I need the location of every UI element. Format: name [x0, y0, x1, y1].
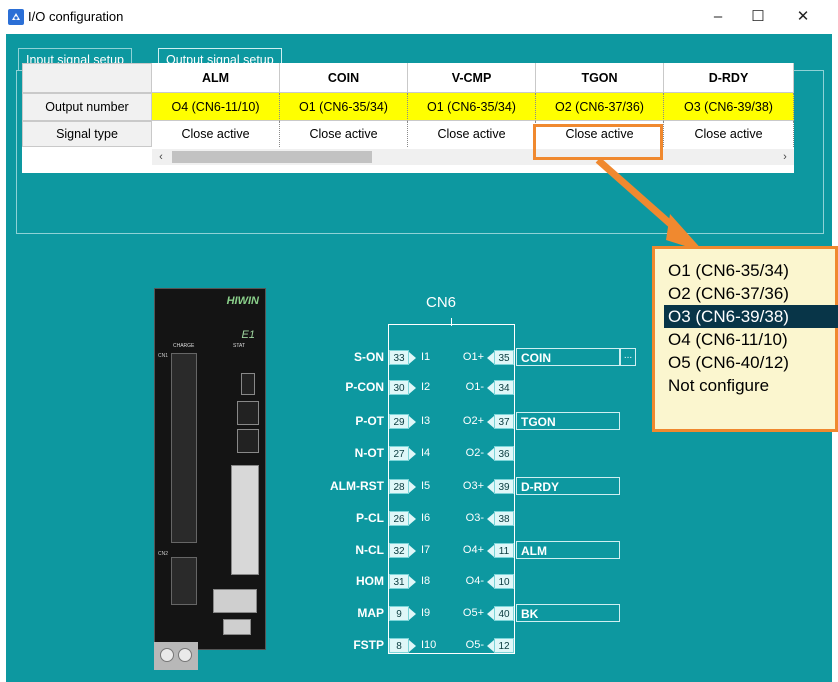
output-pin-39: 39: [487, 479, 514, 494]
output-pin-40: 40: [487, 606, 514, 621]
output-dropdown-list: O1 (CN6-35/34) O2 (CN6-37/36) O3 (CN6-39…: [652, 246, 838, 432]
output-label-o4-plus: O4+: [462, 544, 484, 556]
ground-screw-icon: [178, 648, 192, 662]
stat-label: STAT: [233, 343, 246, 349]
output-label-o2-minus: O2-: [465, 447, 484, 459]
rj45-port-2: [237, 429, 259, 453]
output-pin-34: 34: [487, 380, 514, 395]
ground-screw-icon: [160, 648, 174, 662]
dropdown-option-o4[interactable]: O4 (CN6-11/10): [664, 328, 838, 351]
output-label-o5-plus: O5+: [462, 607, 484, 619]
input-pin-27: 27: [389, 446, 416, 461]
input-pin-30: 30: [389, 380, 416, 395]
input-label-i5: I5: [421, 480, 431, 492]
input-signal-n-ot: N-OT: [354, 446, 384, 460]
assigned-signal-o1[interactable]: COIN: [516, 348, 620, 366]
input-signal-n-cl: N-CL: [355, 543, 384, 557]
servo-drive-image: HIWIN E1 CHARGE STAT CN1 CN2: [154, 288, 266, 650]
input-label-i7: I7: [421, 544, 431, 556]
dropdown-option-o1[interactable]: O1 (CN6-35/34): [664, 259, 838, 282]
rj45-port-1: [237, 401, 259, 425]
input-pin-26: 26: [389, 511, 416, 526]
input-pin-33: 33: [389, 350, 416, 365]
output-label-o5-minus: O5-: [465, 639, 484, 651]
output-pin-11: 11: [487, 543, 514, 558]
ground-terminals: [154, 642, 198, 670]
assigned-signal-o4[interactable]: ALM: [516, 541, 620, 559]
input-signal-p-ot: P-OT: [355, 414, 384, 428]
input-label-i2: I2: [421, 381, 431, 393]
input-pin-32: 32: [389, 543, 416, 558]
assigned-signal-o3[interactable]: D-RDY: [516, 477, 620, 495]
input-label-i10: I10: [421, 639, 437, 651]
input-signal-fstp: FSTP: [353, 638, 384, 652]
power-terminal-block: [171, 353, 197, 543]
output-pin-10: 10: [487, 574, 514, 589]
cn6-title: CN6: [426, 294, 457, 311]
cn1-label: CN1: [158, 353, 169, 359]
input-signal-p-con: P-CON: [345, 380, 384, 394]
input-signal-alm-rst: ALM-RST: [330, 479, 384, 493]
dropdown-option-o5[interactable]: O5 (CN6-40/12): [664, 351, 838, 374]
input-label-i9: I9: [421, 607, 431, 619]
output-label-o4-minus: O4-: [465, 575, 484, 587]
input-signal-p-cl: P-CL: [356, 511, 384, 525]
dropdown-option-o2[interactable]: O2 (CN6-37/36): [664, 282, 838, 305]
input-label-i8: I8: [421, 575, 431, 587]
input-pin-9: 9: [389, 606, 416, 621]
output-pin-36: 36: [487, 446, 514, 461]
input-pin-29: 29: [389, 414, 416, 429]
output-pin-12: 12: [487, 638, 514, 653]
output-pin-37: 37: [487, 414, 514, 429]
motor-terminal-block: [171, 557, 197, 605]
input-pin-28: 28: [389, 479, 416, 494]
input-pin-8: 8: [389, 638, 416, 653]
output-label-o1-plus: O1+: [462, 351, 484, 363]
dropdown-option-o3[interactable]: O3 (CN6-39/38): [664, 305, 838, 328]
input-label-i4: I4: [421, 447, 431, 459]
output-pin-38: 38: [487, 511, 514, 526]
assigned-signal-o2[interactable]: TGON: [516, 412, 620, 430]
charge-label: CHARGE: [173, 343, 195, 349]
drive-brand-logo: HIWIN: [226, 295, 259, 307]
encoder-connector: [213, 589, 257, 613]
sto-connector: [223, 619, 251, 635]
output-label-o3-minus: O3-: [465, 512, 484, 524]
usb-port: [241, 373, 255, 395]
input-label-i1: I1: [421, 351, 431, 363]
output-label-o3-plus: O3+: [462, 480, 484, 492]
input-label-i6: I6: [421, 512, 431, 524]
more-options-button[interactable]: ...: [620, 348, 636, 366]
input-pin-31: 31: [389, 574, 416, 589]
cn2-label: CN2: [158, 551, 169, 557]
dropdown-option-not-configure[interactable]: Not configure: [664, 374, 838, 397]
cn6-connector: [231, 465, 259, 575]
output-label-o1-minus: O1-: [465, 381, 484, 393]
output-label-o2-plus: O2+: [462, 415, 484, 427]
input-signal-s-on: S-ON: [354, 350, 384, 364]
output-pin-35: 35: [487, 350, 514, 365]
assigned-signal-o5[interactable]: BK: [516, 604, 620, 622]
input-label-i3: I3: [421, 415, 431, 427]
input-signal-hom: HOM: [356, 574, 384, 588]
drive-model-label: E1: [241, 329, 255, 341]
input-signal-map: MAP: [357, 606, 384, 620]
